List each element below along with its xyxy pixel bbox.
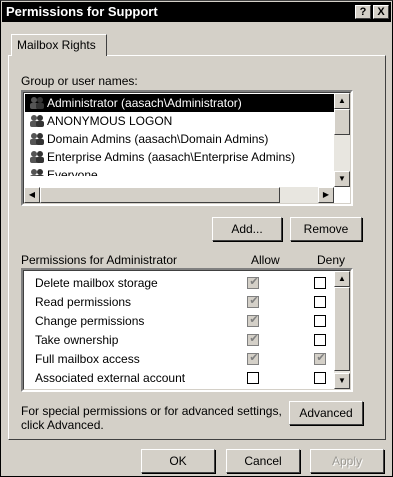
permission-name: Change permissions: [35, 314, 145, 328]
checkmark-icon: ✔: [249, 333, 259, 345]
scroll-up-arrow-icon[interactable]: ▲: [334, 93, 350, 109]
group-list-label: Group or user names:: [21, 74, 138, 88]
permission-row-take-ownership: Take ownership ✔: [23, 331, 335, 350]
permissions-dialog: Permissions for Support ? X Mailbox Righ…: [0, 0, 393, 477]
permission-row-full-mailbox-access: Full mailbox access ✔ ✔: [23, 350, 335, 369]
close-button[interactable]: X: [373, 5, 389, 19]
tab-panel: Group or user names: Administrator (aasa…: [8, 55, 386, 440]
scroll-down-arrow-icon[interactable]: ▼: [334, 171, 350, 187]
list-item-label: ANONYMOUS LOGON: [47, 114, 173, 128]
permission-name: Read permissions: [35, 295, 132, 309]
user-group-icon: [30, 151, 44, 163]
allow-checkbox: ✔: [247, 276, 259, 289]
apply-button: Apply: [310, 449, 384, 473]
scroll-left-arrow-icon[interactable]: ◀: [24, 187, 40, 203]
user-group-icon: [30, 115, 44, 127]
list-item-administrator[interactable]: Administrator (aasach\Administrator): [25, 94, 336, 112]
permission-row-delete-mailbox-storage: Delete mailbox storage ✔: [23, 274, 335, 293]
permissions-label: Permissions for Administrator: [21, 253, 178, 267]
cancel-button[interactable]: Cancel: [226, 449, 300, 473]
permission-name: Take ownership: [35, 333, 119, 347]
remove-button[interactable]: Remove: [290, 217, 362, 241]
apply-button-label: Apply: [331, 454, 363, 468]
allow-checkbox: ✔: [247, 352, 259, 365]
deny-checkbox[interactable]: [314, 372, 326, 384]
hscroll-thumb[interactable]: [40, 187, 280, 203]
scroll-right-arrow-icon[interactable]: ▶: [318, 187, 334, 203]
permission-row-read-permissions: Read permissions ✔: [23, 293, 335, 312]
advanced-button-label: Advanced: [299, 406, 353, 420]
list-item-enterprise-admins[interactable]: Enterprise Admins (aasach\Enterprise Adm…: [25, 148, 325, 166]
remove-button-label: Remove: [303, 222, 349, 236]
advanced-help-text-line2: click Advanced.: [21, 418, 104, 432]
deny-checkbox[interactable]: [314, 334, 326, 346]
scroll-thumb[interactable]: [334, 109, 350, 135]
ok-button-label: OK: [169, 454, 187, 468]
permission-name: Associated external account: [35, 371, 186, 385]
user-group-icon: [30, 169, 44, 176]
permission-name: Delete mailbox storage: [35, 276, 158, 290]
scroll-down-arrow-icon[interactable]: ▼: [334, 373, 350, 389]
add-button[interactable]: Add...: [212, 217, 282, 241]
group-user-list[interactable]: Administrator (aasach\Administrator) ANO…: [21, 90, 353, 206]
group-list-hscrollbar[interactable]: ◀ ▶: [24, 187, 334, 203]
user-group-icon: [30, 133, 44, 145]
deny-checkbox[interactable]: [314, 315, 326, 327]
advanced-button[interactable]: Advanced: [289, 401, 363, 425]
tab-label: Mailbox Rights: [17, 38, 96, 52]
list-item-label: Administrator (aasach\Administrator): [47, 96, 242, 110]
allow-column-header: Allow: [251, 253, 280, 267]
checkmark-icon: ✔: [316, 352, 326, 364]
allow-checkbox: ✔: [247, 314, 259, 327]
permissions-list[interactable]: Delete mailbox storage ✔ Read permission…: [21, 268, 353, 392]
add-button-label: Add...: [231, 222, 263, 236]
list-item-anonymous-logon[interactable]: ANONYMOUS LOGON: [25, 112, 325, 130]
ok-button[interactable]: OK: [141, 449, 215, 473]
scroll-thumb[interactable]: [334, 287, 350, 371]
permission-name: Full mailbox access: [35, 352, 140, 366]
list-item-label: Enterprise Admins (aasach\Enterprise Adm…: [47, 150, 296, 164]
deny-checkbox[interactable]: [314, 277, 326, 289]
permissions-vscrollbar[interactable]: ▲ ▼: [334, 271, 350, 389]
list-item-everyone[interactable]: Everyone: [25, 166, 325, 176]
permission-row-change-permissions: Change permissions ✔: [23, 312, 335, 331]
deny-checkbox[interactable]: [314, 296, 326, 308]
checkmark-icon: ✔: [249, 295, 259, 307]
scroll-up-arrow-icon[interactable]: ▲: [334, 271, 350, 287]
allow-checkbox: ✔: [247, 333, 259, 346]
advanced-help-text-line1: For special permissions or for advanced …: [21, 404, 282, 418]
dialog-title: Permissions for Support: [6, 4, 158, 19]
allow-checkbox: ✔: [247, 295, 259, 308]
deny-checkbox: ✔: [314, 352, 326, 365]
cancel-button-label: Cancel: [244, 454, 282, 468]
title-bar[interactable]: Permissions for Support ? X: [2, 2, 391, 22]
deny-column-header: Deny: [317, 253, 346, 267]
checkmark-icon: ✔: [249, 352, 259, 364]
tab-mailbox-rights[interactable]: Mailbox Rights: [11, 34, 107, 56]
help-button[interactable]: ?: [355, 5, 371, 19]
checkmark-icon: ✔: [249, 276, 259, 288]
list-item-domain-admins[interactable]: Domain Admins (aasach\Domain Admins): [25, 130, 325, 148]
list-item-label: Everyone: [47, 168, 98, 176]
checkmark-icon: ✔: [249, 314, 259, 326]
allow-checkbox[interactable]: [247, 372, 259, 384]
permission-row-associated-external-account: Associated external account: [23, 369, 335, 388]
user-group-icon: [30, 97, 44, 109]
list-item-label: Domain Admins (aasach\Domain Admins): [47, 132, 269, 146]
group-list-vscrollbar[interactable]: ▲ ▼: [334, 93, 350, 187]
